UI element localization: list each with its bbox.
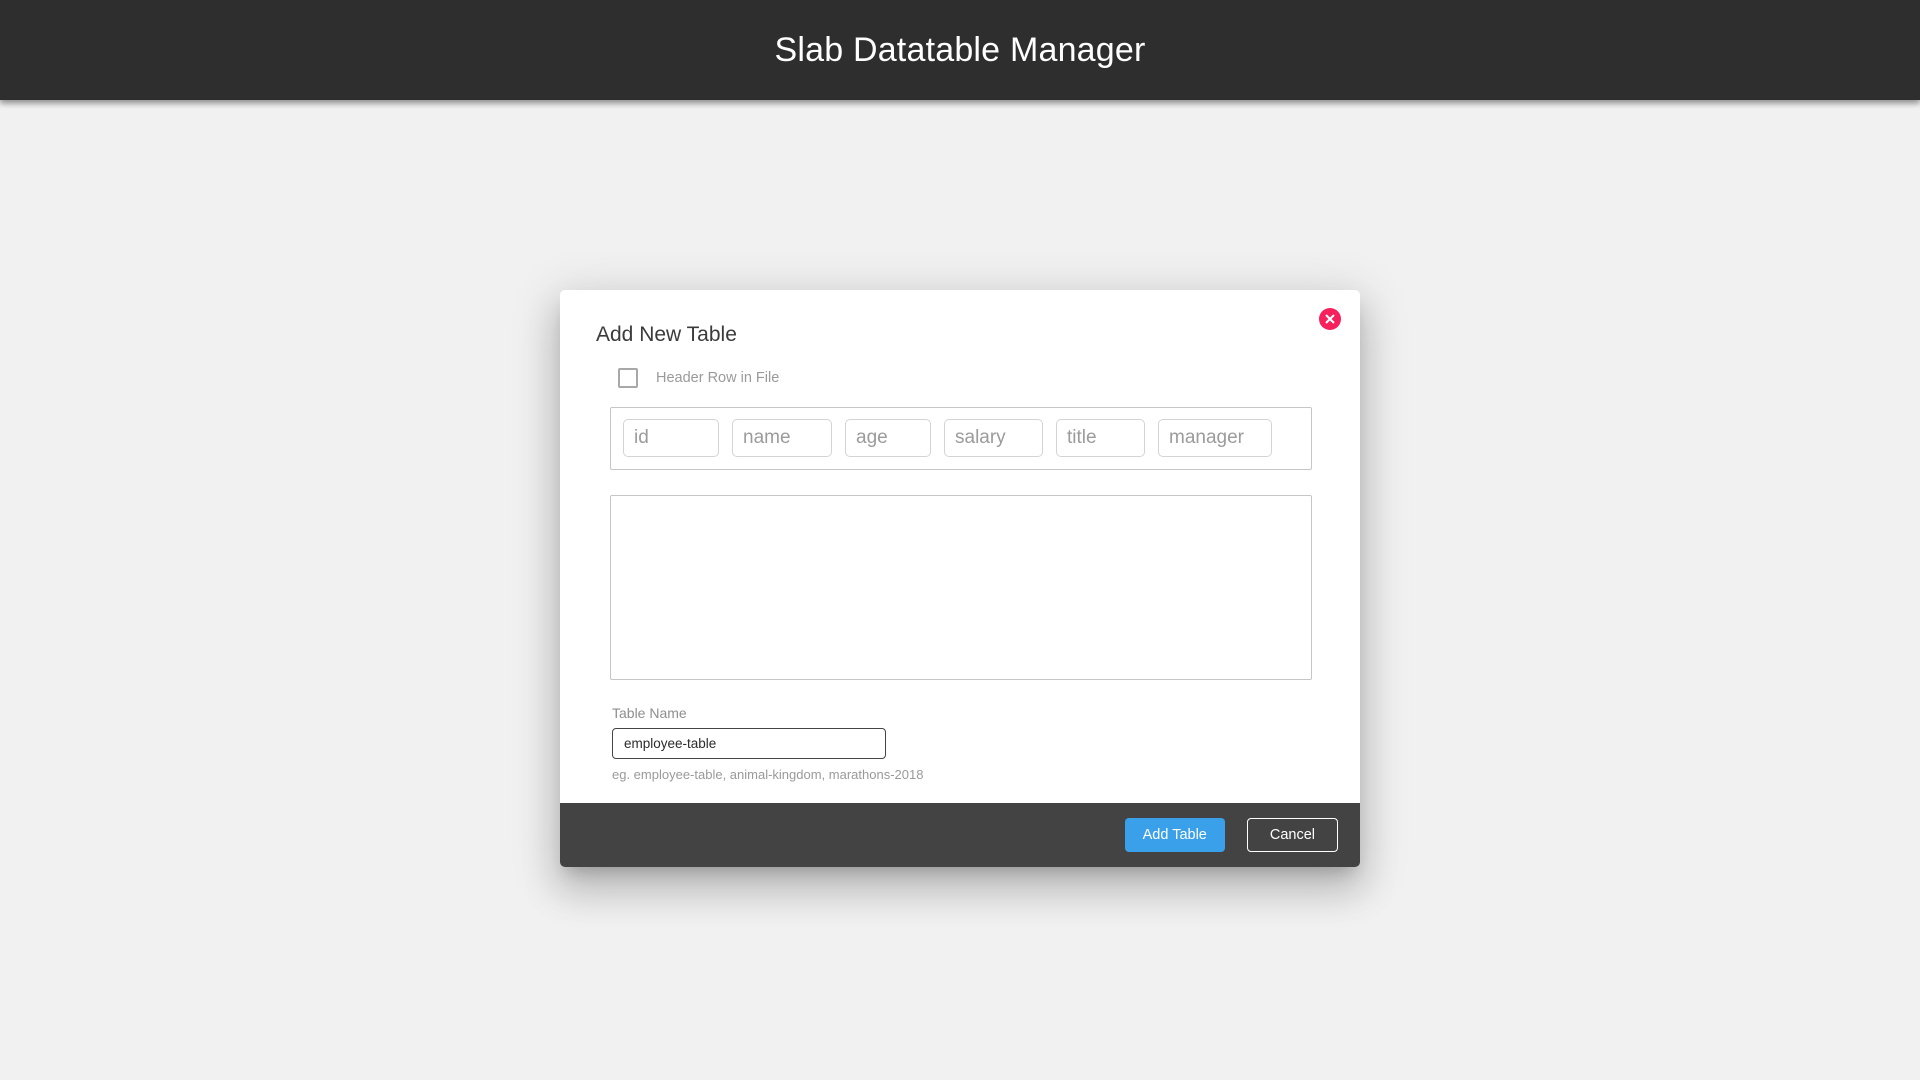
dialog-title: Add New Table bbox=[596, 323, 737, 346]
cancel-button[interactable]: Cancel bbox=[1246, 818, 1338, 853]
header-row-field: Header Row in File bbox=[618, 365, 1326, 391]
add-table-button[interactable]: Add Table bbox=[1124, 818, 1225, 853]
add-new-table-dialog: Add New Table Header Row in File Table N… bbox=[560, 290, 1360, 868]
column-input-2[interactable] bbox=[732, 419, 832, 458]
table-name-field: Table Name eg. employee-table, animal-ki… bbox=[612, 706, 1326, 781]
table-name-hint: eg. employee-table, animal-kingdom, mara… bbox=[612, 767, 924, 783]
close-icon[interactable] bbox=[1319, 308, 1341, 330]
columns-container bbox=[610, 407, 1312, 471]
app-title: Slab Datatable Manager bbox=[774, 31, 1146, 69]
column-input-5[interactable] bbox=[1056, 419, 1145, 458]
column-input-1[interactable] bbox=[623, 419, 719, 458]
app-header: Slab Datatable Manager bbox=[0, 0, 1920, 100]
header-row-label[interactable]: Header Row in File bbox=[656, 371, 779, 386]
dialog-content: Add New Table Header Row in File Table N… bbox=[560, 290, 1360, 803]
dialog-footer: Add Table Cancel bbox=[560, 803, 1360, 868]
table-data-textarea[interactable] bbox=[610, 495, 1312, 681]
table-name-input[interactable] bbox=[612, 728, 886, 760]
column-input-6[interactable] bbox=[1158, 419, 1272, 458]
column-input-4[interactable] bbox=[944, 419, 1043, 458]
header-row-checkbox[interactable] bbox=[618, 368, 638, 389]
page-body: Add New Table Header Row in File Table N… bbox=[0, 100, 1920, 1080]
table-name-label: Table Name bbox=[612, 705, 687, 722]
close-x-glyph bbox=[1325, 314, 1335, 324]
column-input-3[interactable] bbox=[845, 419, 931, 458]
